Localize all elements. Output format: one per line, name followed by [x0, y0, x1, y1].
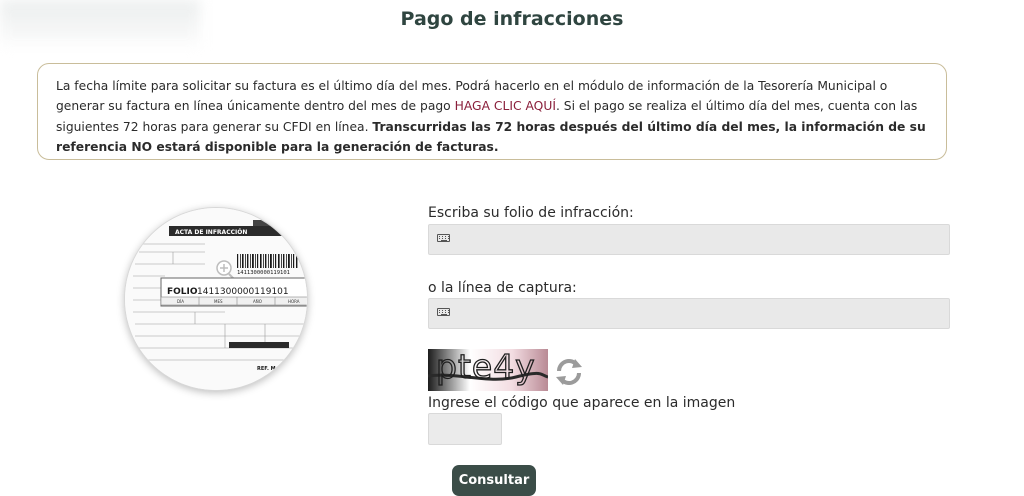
captcha-image: pte4y [428, 349, 548, 391]
ticket-folio-number: 1411300000119101 [197, 287, 289, 297]
captcha-label: Ingrese el código que aparece en la imag… [428, 395, 736, 411]
consultar-button[interactable]: Consultar [452, 465, 536, 496]
folio-input[interactable] [429, 225, 949, 254]
captcha-field[interactable] [428, 413, 502, 445]
linea-field[interactable] [428, 298, 950, 329]
ticket-barcode-number: 1411300000119101 [237, 270, 290, 276]
ticket-col-mes: MES [214, 299, 223, 304]
refresh-captcha-button[interactable] [553, 356, 585, 388]
captcha-text: pte4y [435, 349, 536, 387]
ticket-col-hora: HORA [288, 299, 300, 304]
ticket-header-text: ACTA DE INFRACCIÓN [175, 229, 247, 236]
linea-label: o la línea de captura: [428, 280, 577, 296]
ticket-drawing: ACTA DE INFRACCIÓN 1411300000119101 FOLI… [125, 208, 307, 390]
ticket-ref: REF. M [257, 366, 276, 372]
linea-input[interactable] [429, 299, 949, 328]
ticket-folio-label: FOLIO [167, 287, 198, 297]
ticket-col-dia: DÍA [177, 299, 184, 304]
keyboard-icon [437, 308, 450, 316]
notice-box: La fecha límite para solicitar su factur… [37, 63, 947, 160]
folio-label: Escriba su folio de infracción: [428, 205, 634, 221]
invoice-link[interactable]: HAGA CLIC AQUÍ [455, 99, 556, 113]
captcha-input[interactable] [429, 414, 501, 444]
ticket-col-anio: AÑO [253, 299, 262, 304]
refresh-icon [556, 359, 582, 385]
page-title: Pago de infracciones [400, 8, 624, 30]
folio-field[interactable] [428, 224, 950, 255]
keyboard-icon [437, 234, 450, 242]
ticket-illustration: ACTA DE INFRACCIÓN 1411300000119101 FOLI… [124, 207, 308, 391]
